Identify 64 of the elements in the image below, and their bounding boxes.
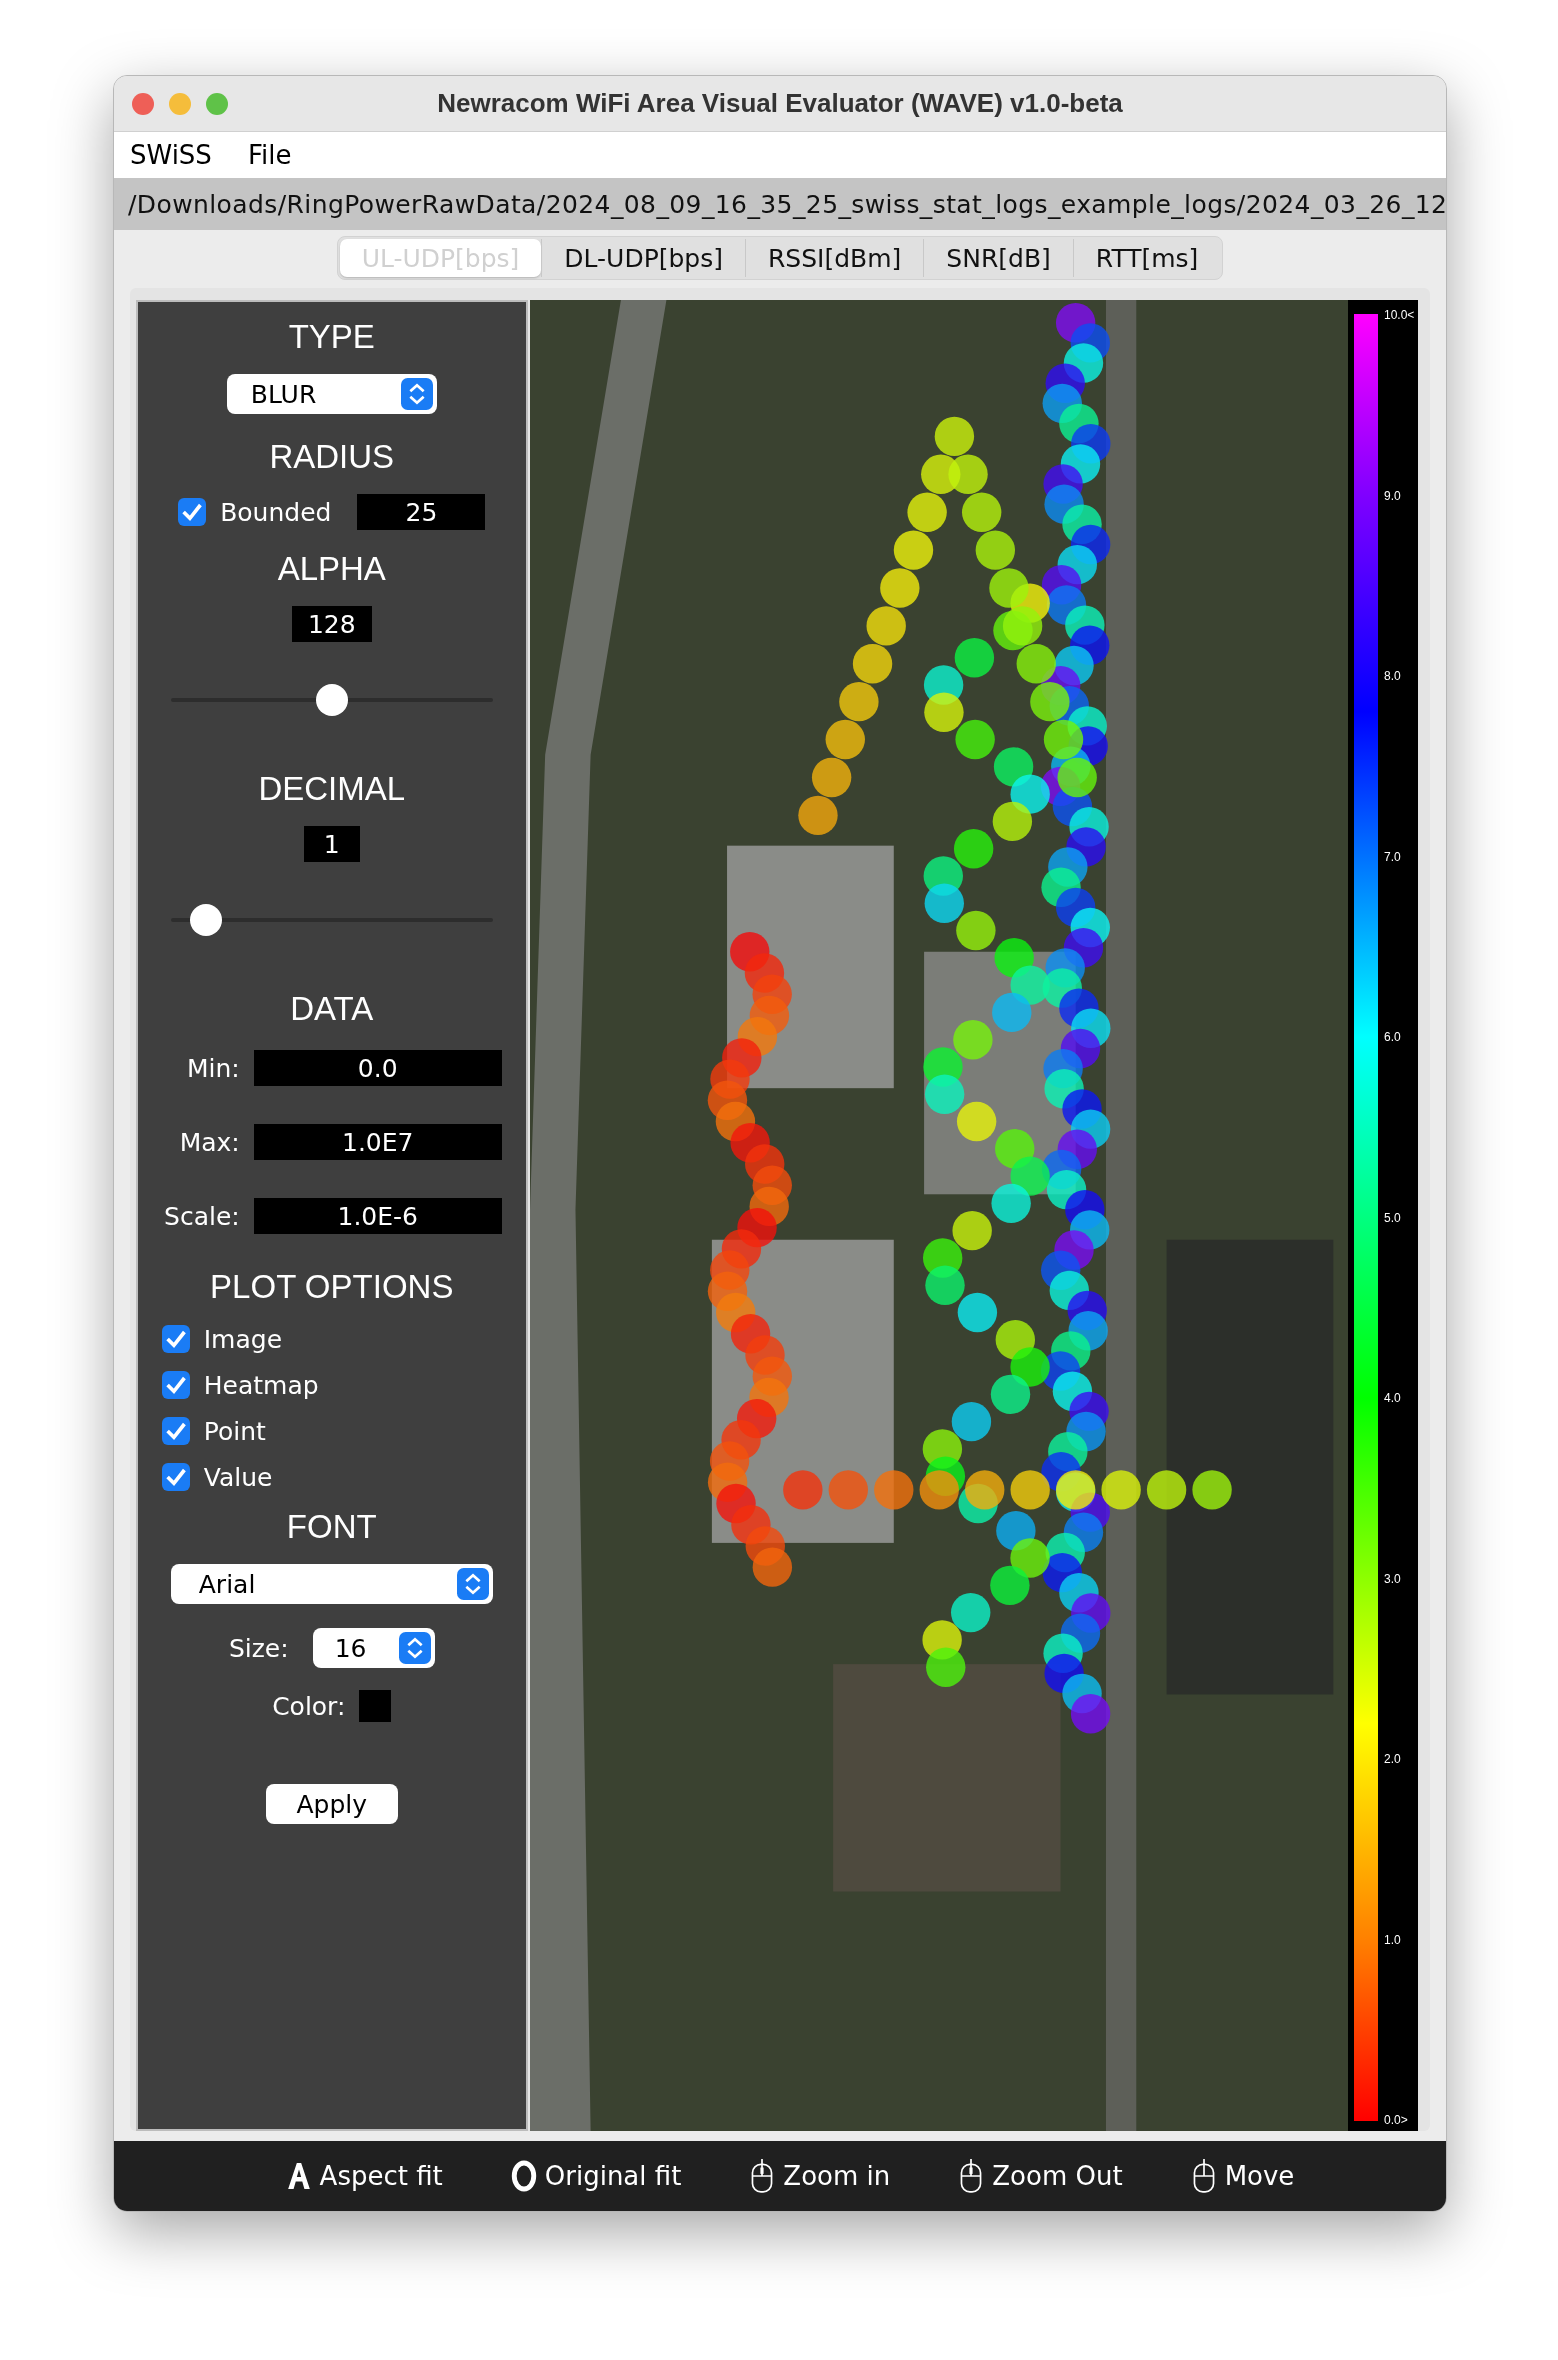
- section-heading: ALPHA: [277, 550, 386, 588]
- field-label: Size:: [228, 1633, 289, 1663]
- field-label: Scale:: [164, 1201, 240, 1231]
- checkbox[interactable]: [161, 1463, 190, 1491]
- tab[interactable]: DL-UDP[bps]: [541, 239, 745, 277]
- checkbox-label: Value: [203, 1462, 273, 1492]
- toolbar-button[interactable]: Zoom in: [743, 2157, 897, 2195]
- checkbox-label: Heatmap: [203, 1370, 319, 1400]
- field-label: Min:: [186, 1053, 240, 1083]
- checkbox-label: Point: [203, 1416, 266, 1446]
- field-label: Color:: [272, 1691, 346, 1721]
- close-button[interactable]: [132, 92, 154, 115]
- scale-label: 1.0: [1384, 1932, 1402, 1947]
- toolbar-button[interactable]: Zoom Out: [952, 2157, 1129, 2195]
- checkbox-label: Image: [203, 1324, 283, 1354]
- checkbox[interactable]: [161, 1325, 190, 1353]
- decimal-slider-thumb[interactable]: [190, 904, 223, 936]
- type-dropdown[interactable]: BLUR: [226, 374, 437, 414]
- scale-label: 5.0: [1384, 1210, 1402, 1225]
- checkbox-label: Bounded: [220, 497, 332, 527]
- toolbar-button[interactable]: Move: [1184, 2157, 1301, 2195]
- section-heading: RADIUS: [269, 438, 395, 476]
- section-heading: PLOT OPTIONS: [210, 1268, 454, 1306]
- scale-label: 3.0: [1384, 1571, 1402, 1586]
- scale-label: 4.0: [1384, 1391, 1402, 1405]
- scale-label: 10.0<: [1384, 308, 1415, 322]
- section-heading: TYPE: [288, 318, 375, 356]
- decimal-field[interactable]: 1: [303, 826, 360, 862]
- input-field[interactable]: 0.0: [253, 1050, 502, 1086]
- scale-label: 8.0: [1384, 669, 1402, 683]
- toolbar-button[interactable]: Original fit: [504, 2157, 688, 2195]
- tab[interactable]: SNR[dB]: [923, 239, 1073, 277]
- input-field[interactable]: 1.0E-6: [253, 1198, 502, 1234]
- ring-icon: [510, 2158, 537, 2194]
- file-path: /Downloads/RingPowerRawData/2024_08_09_16_35_25_swiss_stat_logs_example_logs/2024_03_26_12: [127, 189, 1446, 219]
- section-heading: DATA: [290, 990, 374, 1028]
- section-heading: DECIMAL: [258, 770, 406, 808]
- menu-item[interactable]: SWiSS: [130, 140, 212, 170]
- color-swatch[interactable]: [359, 1690, 392, 1722]
- scale-label: 2.0: [1384, 1752, 1402, 1766]
- chevron-icon: [456, 1568, 489, 1600]
- tab[interactable]: RSSI[dBm]: [745, 239, 924, 277]
- bounded-checkbox[interactable]: [178, 498, 207, 526]
- apply-button[interactable]: Apply: [265, 1784, 398, 1824]
- checkbox[interactable]: [161, 1371, 190, 1399]
- scale-label: 9.0: [1384, 488, 1402, 503]
- scale-label: 6.0: [1384, 1030, 1402, 1044]
- window-title: Newracom WiFi Area Visual Evaluator (WAVE) v1.0-beta: [436, 88, 1124, 119]
- radius-field[interactable]: 25: [357, 494, 486, 530]
- tab[interactable]: RTT[ms]: [1072, 239, 1221, 277]
- input-field[interactable]: 1.0E7: [253, 1124, 502, 1160]
- chevron-icon: [400, 378, 433, 410]
- toolbar-button[interactable]: Aspect fit: [279, 2157, 449, 2195]
- alpha-slider-thumb[interactable]: [315, 684, 348, 716]
- field-label: Max:: [179, 1127, 240, 1157]
- menu-item[interactable]: File: [247, 140, 292, 170]
- font-dropdown[interactable]: Arial: [170, 1564, 493, 1604]
- checkbox[interactable]: [161, 1417, 190, 1445]
- chevron-icon: [398, 1632, 431, 1664]
- scale-label: 0.0>: [1384, 2113, 1409, 2127]
- scale-label: 7.0: [1384, 849, 1402, 864]
- alpha-field[interactable]: 128: [291, 606, 372, 642]
- size-spinner[interactable]: 16: [312, 1628, 435, 1668]
- section-heading: FONT: [286, 1508, 377, 1546]
